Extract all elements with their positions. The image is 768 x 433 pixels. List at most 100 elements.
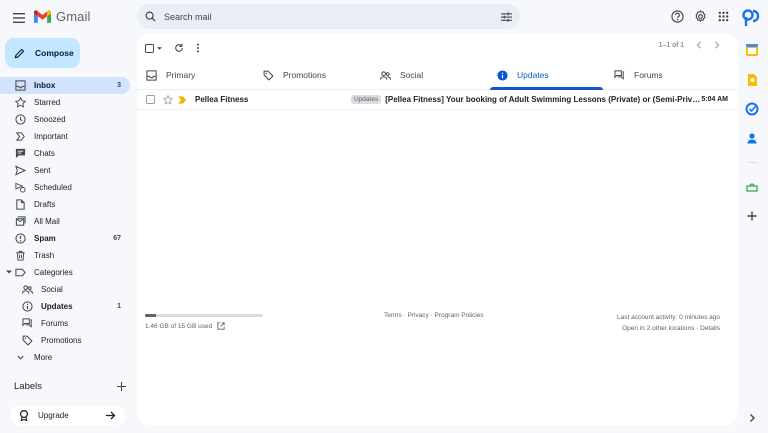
plus-icon[interactable] [117,382,126,391]
email-time: 5:04 AM [701,96,728,103]
inbox-icon [146,69,157,81]
sidebar-item-label: Chats [34,149,55,158]
search-options-icon[interactable] [501,11,512,22]
sidebar-item-important[interactable]: Important [0,128,130,145]
tab-updates[interactable]: Updates [488,61,605,90]
search-icon[interactable] [145,11,156,22]
apps-button[interactable] [715,8,732,25]
nav-icon [14,182,26,194]
last-activity: Last account activity: 0 minutes ago [617,314,720,321]
send-icon [14,165,26,176]
sidebar-item-all-mail[interactable]: All Mail [0,213,130,230]
tab-label: Primary [166,70,196,80]
help-icon [671,10,684,23]
sidebar-item-more[interactable]: More [0,349,130,366]
sidebar-item-trash[interactable]: Trash [0,247,130,264]
sidebar-item-updates[interactable]: Updates 1 [0,298,130,315]
tab-forums[interactable]: Forums [605,61,722,89]
pagination: 1–1 of 1 [659,41,720,49]
forum-icon [614,69,625,80]
sidebar-item-chats[interactable]: Chats [0,145,130,162]
draft-icon [15,199,25,210]
star-icon [14,97,26,108]
other-locations[interactable]: Open in 2 other locations · Details [617,323,720,334]
important-icon [15,132,25,141]
storage-info: 1.46 GB of 15 GB used [145,322,225,330]
account-avatar[interactable] [740,6,762,28]
refresh-icon[interactable] [174,43,184,53]
labels-title: Labels [14,381,42,392]
tab-social[interactable]: Social [371,61,488,89]
search-bar[interactable] [137,4,520,29]
support-button[interactable] [669,8,686,25]
compose-button[interactable]: Compose [5,38,80,68]
sidebar-item-sent[interactable]: Sent [0,162,130,179]
storage-fill [145,314,157,317]
get-addons-button[interactable] [745,180,760,195]
open-external-icon[interactable] [217,322,225,330]
star-icon[interactable] [163,94,173,105]
contacts-app-button[interactable] [745,131,760,146]
upgrade-button[interactable]: Upgrade [10,406,125,425]
chevron-left-icon[interactable] [696,41,702,49]
tag-icon [22,335,33,346]
sidebar-item-social[interactable]: Social [0,281,130,298]
sidebar-item-drafts[interactable]: Drafts [0,196,130,213]
gmail-logo[interactable]: Gmail [34,9,90,24]
sidebar-item-starred[interactable]: Starred [0,94,130,111]
sidebar-item-label: All Mail [34,217,60,226]
sidebar-item-label: More [34,353,53,362]
nav-icon [21,318,33,330]
select-all-checkbox[interactable] [145,43,162,53]
side-panel-divider [749,162,757,163]
nav-icon [14,250,26,262]
sidebar-item-spam[interactable]: Spam 67 [0,230,130,247]
tasks-icon [745,102,759,116]
caret-down-icon[interactable] [157,46,162,50]
main-menu-button[interactable] [8,7,30,29]
sidebar-item-snoozed[interactable]: Snoozed [0,111,130,128]
label-icon [14,268,26,277]
sidebar-item-label: Scheduled [34,183,72,192]
table-row[interactable]: Pellea Fitness Updates [Pellea Fitness] … [137,90,738,110]
chevron-right-icon[interactable] [714,41,720,49]
forum-icon [21,318,32,328]
pager-text: 1–1 of 1 [658,41,684,49]
sidebar-item-scheduled[interactable]: Scheduled [0,179,130,196]
hamburger-icon [13,13,25,23]
tasks-app-button[interactable] [745,102,760,117]
tab-primary[interactable]: Primary [137,61,254,89]
apps-grid-icon [718,11,729,22]
keep-app-button[interactable] [745,73,760,88]
sidebar-item-count: 67 [113,235,121,242]
sidebar-item-categories[interactable]: Categories [0,264,130,281]
gear-icon [695,10,706,23]
inbox-icon [14,80,26,91]
add-app-button[interactable] [745,209,760,224]
email-subject: [Pellea Fitness] Your booking of Adult S… [385,95,702,104]
search-input[interactable] [164,11,501,22]
main-panel: 1–1 of 1 Primary Promotions Social Updates F… [137,34,738,425]
more-vert-icon[interactable] [196,43,200,53]
chevron-down-icon [16,355,24,360]
sidebar-item-label: Drafts [34,200,56,209]
row-checkbox-icon[interactable] [146,95,155,104]
settings-button[interactable] [692,8,709,25]
sidebar-item-inbox[interactable]: Inbox 3 [0,77,130,94]
sidebar-item-forums[interactable]: Forums [0,315,130,332]
nav-icon [14,97,26,109]
keep-icon [748,74,757,86]
calendar-app-button[interactable] [745,43,760,58]
show-side-panel-button[interactable] [745,411,760,426]
sidebar-item-label: Promotions [41,336,82,345]
nav-icon [21,284,33,296]
policy-links[interactable]: Terms · Privacy · Program Policies [384,312,484,319]
tab-promotions[interactable]: Promotions [254,61,371,89]
sidebar-item-promotions[interactable]: Promotions [0,332,130,349]
sidebar-item-label: Snoozed [34,115,66,124]
important-marker-icon[interactable] [178,95,187,104]
trash-icon [15,250,25,261]
caret-down-icon[interactable] [6,269,12,275]
checkbox-icon [145,43,154,53]
sidebar-item-label: Forums [41,319,69,328]
